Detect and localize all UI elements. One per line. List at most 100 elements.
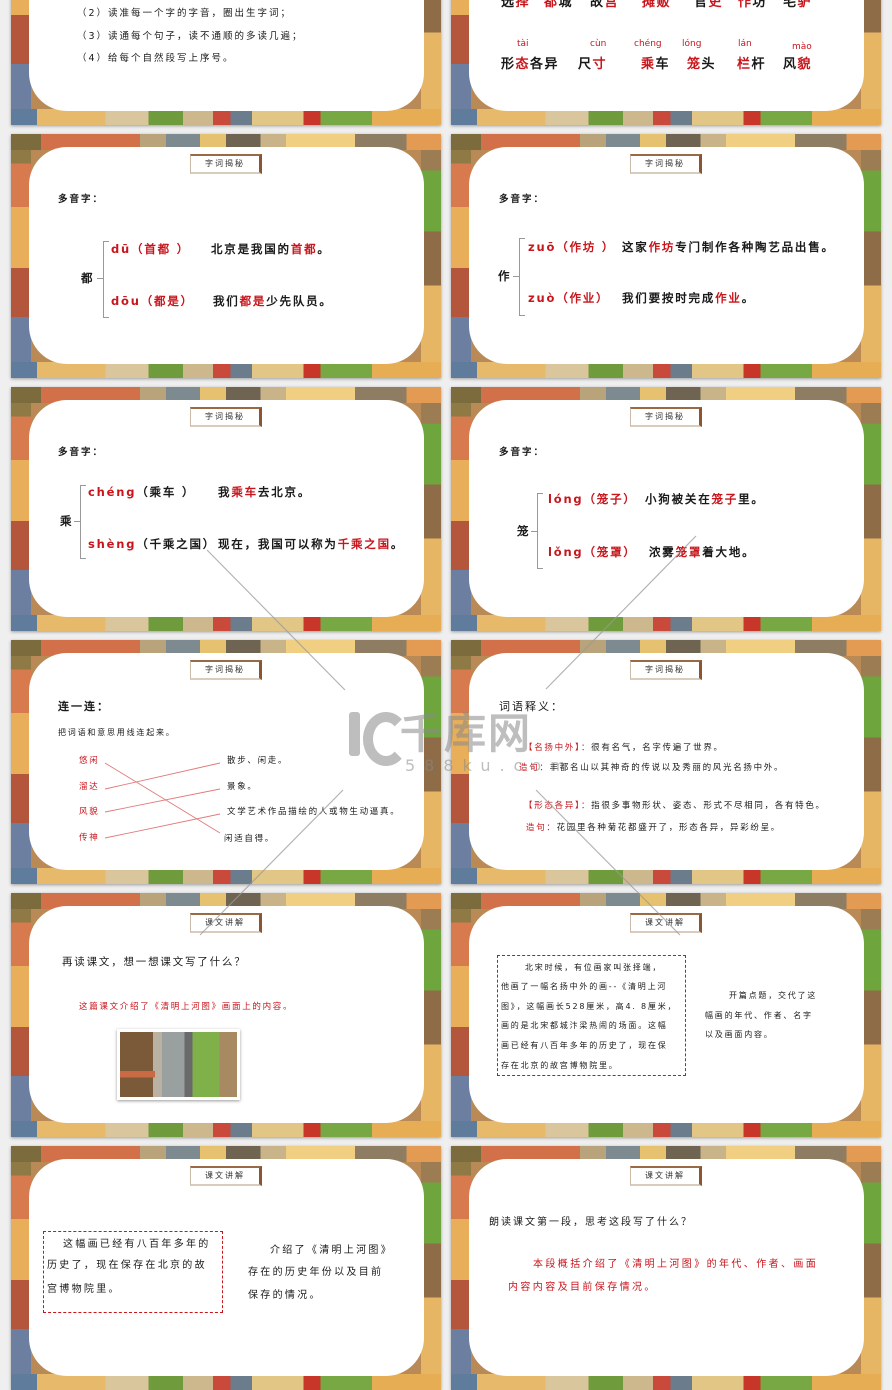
slide-polyphone-du[interactable]: 字词揭秘 多音字： 都 dū（首都 ） 北京是我国的首都。 dōu（都是） 我们… [11, 134, 441, 378]
vocab-word: 栏杆 [737, 57, 767, 72]
vocab-word: 官吏 [694, 0, 724, 10]
polyphone-char: 作 [498, 269, 512, 283]
passage-line: 宫博物院里。 [47, 1284, 121, 1295]
brace-bracket [537, 493, 543, 569]
reading-label: zuò（作业） [528, 291, 610, 305]
passage-line: 画的是北宋都城汴梁热闹的场面。这幅 [501, 1021, 668, 1030]
pinyin-label: lóng [682, 39, 702, 49]
slide-polyphone-long[interactable]: 字词揭秘 多音字： 笼 lóng（笼子） 小狗被关在笼子里。 lǒng（笼罩） … [451, 387, 881, 631]
passage-line: 历史了，现在保存在北京的故 [47, 1260, 207, 1271]
match-connection-line [104, 813, 221, 839]
slide-read-first-paragraph[interactable]: 课文讲解 朗读课文第一段，思考这段写了什么？ 本段概括介绍了《清明上河图》的年代… [451, 1146, 881, 1390]
note-line: 存在的历史年份以及目前 [248, 1267, 384, 1278]
section-badge: 课文讲解 [630, 913, 702, 933]
step-line: （3）读通每个句子，读不通顺的多读几遍； [77, 31, 304, 42]
passage-line: 北宋时候，有位画家叫张择端， [525, 963, 663, 972]
slide-paragraph-analysis[interactable]: 课文讲解 北宋时候，有位画家叫张择端， 他画了一幅名扬中外的画--《清明上河 图… [451, 893, 881, 1137]
reading-label: shèng（千乘之国） [88, 537, 217, 551]
match-word[interactable]: 风貌 [79, 806, 99, 818]
passage-line: 图》，这幅画长528厘米，高4. 8厘米， [501, 1002, 678, 1011]
example-line: 造句：花园里各种菊花都盛开了，形态各异，异彩纷呈。 [526, 823, 782, 833]
section-badge: 字词揭秘 [630, 660, 702, 680]
section-badge: 字词揭秘 [630, 407, 702, 427]
match-meaning[interactable]: 闲适自得。 [224, 833, 275, 845]
vocab-word: 风貌 [783, 57, 813, 72]
answer-line: 本段概括介绍了《清明上河图》的年代、作者、画面 [533, 1259, 819, 1270]
reading-label: dū（首都 ） [111, 242, 191, 256]
brace-bracket [519, 238, 525, 316]
match-word[interactable]: 溜达 [79, 781, 99, 793]
slide-paragraph-history[interactable]: 课文讲解 这幅画已经有八百年多年的 历史了，现在保存在北京的故 宫博物院里。 介… [11, 1146, 441, 1390]
section-badge: 课文讲解 [190, 1166, 262, 1186]
polyphone-char: 都 [81, 271, 95, 285]
slide-polyphone-cheng[interactable]: 字词揭秘 多音字： 乘 chéng（乘车 ） 我乘车去北京。 shèng（千乘之… [11, 387, 441, 631]
note-line: 以及画面内容。 [705, 1030, 774, 1039]
watermark-brand: 千库网 [400, 709, 533, 758]
slide-polyphone-zuo[interactable]: 字词揭秘 多音字： 作 zuō（作坊 ） 这家作坊专门制作各种陶艺品出售。 zu… [451, 134, 881, 378]
match-word[interactable]: 传神 [79, 832, 99, 844]
reading-label: dōu（都是） [111, 294, 194, 308]
question-text: 朗读课文第一段，思考这段写了什么？ [489, 1217, 693, 1228]
question-text: 再读课文，想一想课文写了什么？ [62, 956, 247, 968]
slide-card [469, 147, 864, 364]
section-badge: 课文讲解 [630, 1166, 702, 1186]
definition-line: 【形态各异】：指很多事物形状、姿态、形式不尽相同，各有特色。 [524, 801, 826, 811]
example-sentence: 这家作坊专门制作各种陶艺品出售。 [622, 240, 835, 254]
note-line: 幅画的年代、作者、名字 [705, 1011, 813, 1020]
definition-line: 【名扬中外】：很有名气，名字传遍了世界。 [524, 743, 724, 753]
slide-card [29, 400, 424, 617]
slide-vocabulary[interactable]: 选择 都城 故宫 摊贩 官吏 作坊 毛驴 tài cùn chéng lóng … [451, 0, 881, 125]
note-line: 保存的情况。 [248, 1290, 322, 1301]
vocab-word: 尺寸 [578, 57, 608, 72]
example-sentence: 北京是我国的首都。 [211, 242, 331, 256]
section-heading: 多音字： [499, 194, 546, 205]
answer-line: 内容内容及目前保存情况。 [508, 1282, 657, 1293]
answer-text: 这篇课文介绍了《清明上河图》画面上的内容。 [79, 1002, 294, 1012]
watermark: 千库网 588ku.com [345, 706, 566, 786]
step-line: （4）给每个自然段写上序号。 [77, 53, 235, 64]
passage-line: 存在北京的故宫博物院里。 [501, 1061, 619, 1070]
section-badge: 字词揭秘 [190, 407, 262, 427]
section-heading: 多音字： [499, 447, 546, 458]
example-sentence: 浓雾笼罩着大地。 [649, 545, 756, 559]
vocab-word: 摊贩 [642, 0, 672, 10]
qianku-logo-icon [349, 712, 360, 756]
vocab-word: 都城 [544, 0, 574, 10]
pinyin-label: cùn [590, 39, 607, 49]
note-line: 开篇点题，交代了这 [729, 991, 818, 1000]
vocab-word: 乘车 [641, 57, 671, 72]
section-badge: 课文讲解 [190, 913, 262, 933]
pinyin-label: lán [738, 39, 752, 49]
section-badge: 字词揭秘 [630, 154, 702, 174]
pinyin-label: tài [517, 39, 529, 49]
section-heading: 多音字： [58, 194, 105, 205]
slide-reading-steps[interactable]: （2）读准每一个字的字音，圈出生字词； （3）读通每个句子，读不通顺的多读几遍；… [11, 0, 441, 125]
match-connection-line [104, 788, 221, 813]
match-meaning[interactable]: 散步、闲走。 [227, 755, 288, 767]
vocab-word: 笼头 [687, 57, 717, 72]
pinyin-label: mào [792, 42, 812, 52]
match-word[interactable]: 悠闲 [79, 755, 99, 767]
match-connection-line [104, 762, 221, 834]
reading-label: chéng（乘车 ） [88, 485, 196, 499]
match-connection-line [104, 762, 221, 790]
polyphone-char: 乘 [60, 514, 74, 528]
vocab-word: 故宫 [590, 0, 620, 10]
example-sentence: 现在，我国可以称为千乘之国。 [218, 537, 405, 551]
example-sentence: 我乘车去北京。 [218, 485, 312, 499]
section-badge: 字词揭秘 [190, 154, 262, 174]
example-sentence: 我们要按时完成作业。 [622, 291, 756, 305]
match-meaning[interactable]: 文学艺术作品描绘的人或物生动逼真。 [227, 806, 400, 818]
vocab-word: 作坊 [738, 0, 768, 10]
passage-line: 画已经有八百年多年的历史了，现在保 [501, 1041, 668, 1050]
painting-image [117, 1029, 240, 1100]
example-sentence: 小狗被关在笼子里。 [645, 492, 765, 506]
watermark-url: 588ku.com [405, 756, 575, 775]
reading-label: zuō（作坊 ） [528, 240, 616, 254]
match-meaning[interactable]: 景象。 [227, 781, 258, 793]
reading-label: lóng（笼子） [548, 492, 637, 506]
section-heading: 多音字： [58, 447, 105, 458]
brace-bracket [103, 241, 109, 318]
slide-reread[interactable]: 课文讲解 再读课文，想一想课文写了什么？ 这篇课文介绍了《清明上河图》画面上的内… [11, 893, 441, 1137]
polyphone-char: 笼 [517, 524, 531, 538]
